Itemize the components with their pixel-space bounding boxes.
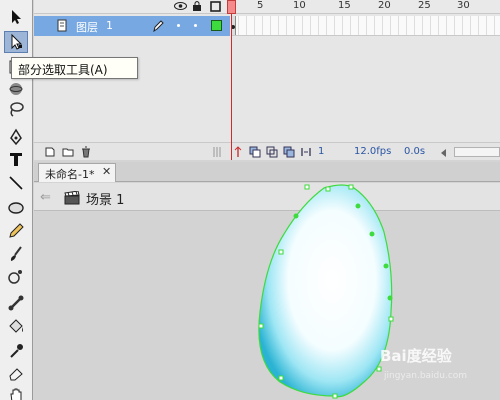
frame-cells[interactable]	[231, 16, 500, 36]
tooltip: 部分选取工具(A)	[11, 57, 138, 79]
timeline-scrollbar[interactable]	[454, 147, 500, 157]
layer-number: 1	[106, 19, 113, 32]
scroll-left-icon[interactable]	[438, 147, 452, 157]
timeline-header: 1 5 10 15 20 25 30	[34, 0, 500, 14]
playhead-line	[231, 14, 232, 160]
flash-ide: 1 5 10 15 20 25 30 图层 1	[0, 0, 500, 400]
visibility-dot[interactable]	[177, 24, 180, 27]
timeline-footer: 1 12.0fps 0.0s	[34, 142, 500, 160]
lock-icon[interactable]	[192, 0, 202, 15]
tooltip-text: 部分选取工具(A)	[18, 63, 108, 77]
brush-icon	[10, 246, 22, 261]
pen-icon	[10, 128, 22, 146]
3d-rotation-tool[interactable]	[4, 78, 28, 100]
watermark: Bai度经验 jingyan.baidu.com	[380, 345, 500, 389]
timeline-panel: 1 5 10 15 20 25 30 图层 1	[34, 0, 500, 160]
document-tab-bar: 未命名-1* ✕	[34, 162, 500, 182]
deco-icon	[8, 270, 22, 284]
subselection-tool[interactable]	[4, 31, 28, 53]
shape-fill[interactable]	[258, 184, 393, 398]
delete-layer-icon[interactable]	[80, 146, 92, 158]
close-icon[interactable]: ✕	[102, 165, 111, 178]
brush-tool[interactable]	[4, 243, 28, 265]
frame-number-25: 25	[418, 0, 431, 11]
onion-skin-icon[interactable]	[249, 146, 261, 158]
center-frame-icon[interactable]	[232, 146, 244, 158]
sphere-icon	[9, 83, 23, 95]
paint-bucket-icon	[9, 319, 23, 333]
current-frame-readout[interactable]: 1	[318, 146, 324, 157]
lasso-tool[interactable]	[4, 98, 28, 120]
paint-bucket-tool[interactable]	[4, 316, 28, 338]
watermark-url: jingyan.baidu.com	[384, 371, 468, 381]
oval-icon	[8, 202, 24, 214]
oval-tool[interactable]	[4, 196, 28, 218]
outline-icon[interactable]	[210, 1, 221, 15]
arrow-icon	[12, 10, 21, 24]
lock-dot[interactable]	[194, 24, 197, 27]
pencil-edit-icon	[152, 19, 164, 35]
selection-tool[interactable]	[4, 6, 28, 28]
layer-icon	[56, 19, 68, 35]
text-t-icon	[10, 153, 22, 166]
document-tab[interactable]: 未命名-1* ✕	[38, 163, 116, 182]
eyedropper-tool[interactable]	[4, 340, 28, 362]
frame-number-20: 20	[378, 0, 391, 11]
playhead[interactable]	[227, 0, 236, 14]
grip-icon[interactable]	[212, 146, 224, 158]
eraser-tool[interactable]	[4, 362, 28, 384]
document-tab-label: 未命名-1*	[45, 168, 95, 181]
layer-row[interactable]: 图层 1	[34, 16, 230, 36]
text-tool[interactable]	[4, 148, 28, 170]
lasso-icon	[10, 102, 24, 117]
hand-icon	[10, 388, 22, 400]
new-layer-icon[interactable]	[44, 146, 56, 158]
watermark-brand: Bai度经验	[380, 347, 452, 365]
elapsed-time-readout[interactable]: 0.0s	[404, 146, 425, 157]
bone-tool[interactable]	[4, 292, 28, 314]
frame-number-30: 30	[457, 0, 470, 11]
line-tool[interactable]	[4, 172, 28, 194]
frame-number-10: 10	[293, 0, 306, 11]
hand-tool[interactable]	[4, 384, 28, 400]
eraser-icon	[9, 368, 23, 381]
frame-number-15: 15	[338, 0, 351, 11]
layer-name: 图层	[76, 21, 98, 34]
bone-icon	[8, 295, 24, 311]
pen-tool[interactable]	[4, 126, 28, 148]
pencil-tool[interactable]	[4, 220, 28, 242]
eye-icon[interactable]	[174, 0, 187, 15]
new-folder-icon[interactable]	[62, 146, 74, 158]
frame-number-5: 5	[257, 0, 264, 11]
edit-multiple-frames-icon[interactable]	[283, 146, 295, 158]
line-icon	[9, 176, 23, 190]
pencil-icon	[9, 223, 24, 238]
subselection-arrow-icon	[11, 33, 23, 50]
fps-readout[interactable]: 12.0fps	[354, 146, 391, 157]
eyedropper-icon	[10, 344, 23, 358]
onion-outline-icon[interactable]	[266, 146, 278, 158]
layer-color-swatch[interactable]	[211, 20, 222, 31]
modify-markers-icon[interactable]	[300, 146, 312, 158]
deco-tool[interactable]	[4, 265, 28, 287]
